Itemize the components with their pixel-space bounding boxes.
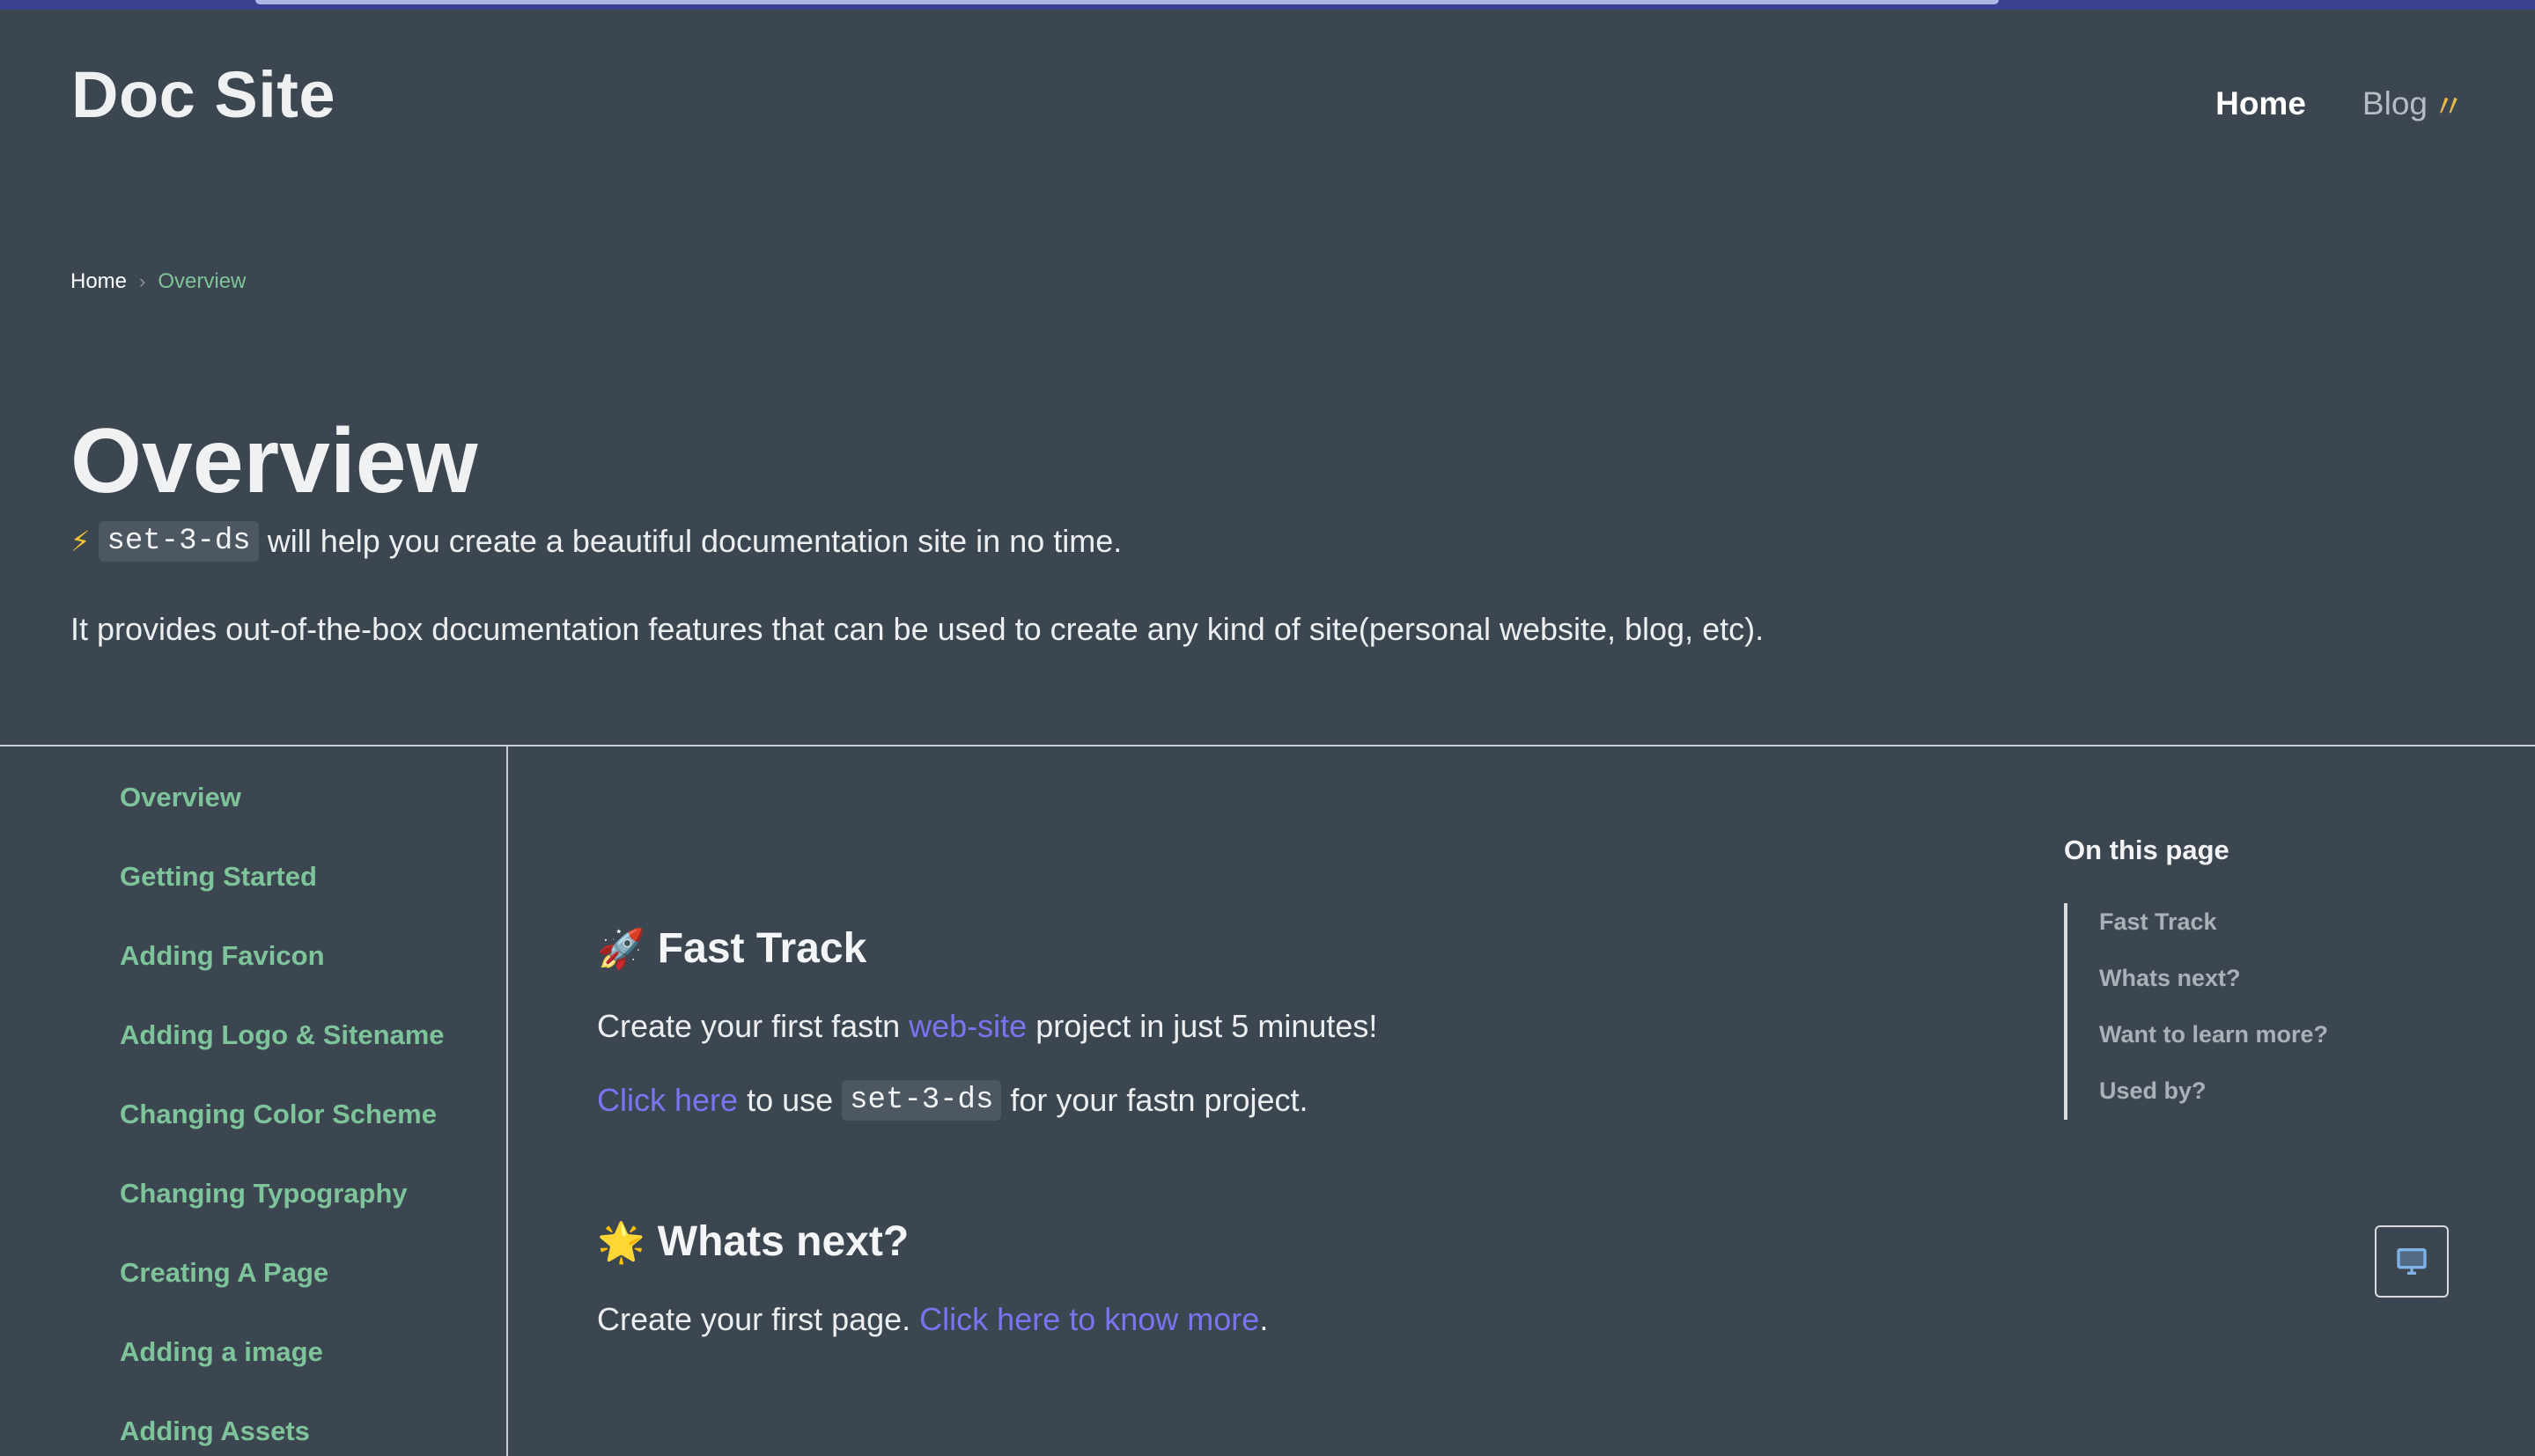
star-icon: 🌟 [597, 1220, 645, 1264]
sidebar-item-typography[interactable]: Changing Typography [120, 1178, 408, 1209]
fast-track-paragraph-2: Click here to use set-3-ds for your fast… [597, 1080, 1918, 1121]
lightning-icon: ⚡ [70, 526, 91, 557]
toc-title: On this page [2064, 835, 2229, 865]
nav-home-link[interactable]: Home [2215, 85, 2306, 122]
intro-code: set-3-ds [99, 521, 259, 562]
inline-code: set-3-ds [842, 1080, 1002, 1121]
click-here-link[interactable]: Click here [597, 1082, 738, 1119]
text: Create your first fastn [597, 1008, 901, 1044]
intro-paragraph-2: It provides out-of-the-box documentation… [70, 611, 1765, 647]
web-site-link[interactable]: web-site [909, 1008, 1027, 1045]
top-progress-bar [0, 0, 2535, 10]
rocket-icon: 🚀 [597, 927, 645, 971]
nav-blog-link[interactable]: Blog 〃 [2362, 81, 2465, 127]
construction-icon: 〃 [2432, 88, 2465, 124]
intro-text: will help you create a beautiful documen… [267, 523, 1123, 559]
page-title: Overview [70, 410, 478, 512]
section-heading-whats-next: 🌟 Whats next? [597, 1217, 1918, 1266]
toc-item-fast-track[interactable]: Fast Track [2099, 908, 2328, 965]
toc-list: Fast Track Whats next? Want to learn mor… [2064, 903, 2328, 1120]
intro-paragraph: ⚡ set-3-ds will help you create a beauti… [70, 521, 1122, 562]
text: for your fastn project. [1010, 1082, 1308, 1118]
breadcrumb: Home › Overview [70, 269, 246, 294]
top-nav: Home Blog 〃 [2215, 81, 2465, 127]
section-heading-fast-track: 🚀 Fast Track [597, 924, 1918, 973]
device-preview-button[interactable] [2375, 1225, 2449, 1298]
desktop-icon [2397, 1248, 2427, 1275]
chevron-right-icon: › [139, 270, 146, 292]
main-content: 🚀 Fast Track Create your first fastn web… [597, 924, 1918, 1373]
sidebar-item-adding-logo[interactable]: Adding Logo & Sitename [120, 1019, 445, 1050]
sidebar-item-overview[interactable]: Overview [120, 782, 241, 813]
breadcrumb-home[interactable]: Home [70, 269, 127, 294]
breadcrumb-current: Overview [158, 269, 247, 293]
text: Create your first page. [597, 1301, 911, 1337]
sidebar: Overview Getting Started Adding Favicon … [0, 746, 508, 1456]
toc-item-whats-next[interactable]: Whats next? [2099, 965, 2328, 1021]
fast-track-paragraph-1: Create your first fastn web-site project… [597, 1008, 1918, 1045]
top-highlight [255, 0, 1999, 4]
section-whats-next: 🌟 Whats next? Create your first page. Cl… [597, 1217, 1918, 1338]
section-title: Whats next? [657, 1218, 910, 1265]
table-of-contents: On this page Fast Track Whats next? Want… [2064, 835, 2328, 1120]
know-more-link[interactable]: Click here to know more [919, 1301, 1259, 1338]
sidebar-item-adding-assets[interactable]: Adding Assets [120, 1416, 310, 1446]
toc-item-used-by[interactable]: Used by? [2099, 1077, 2328, 1111]
section-title: Fast Track [657, 925, 867, 972]
toc-item-learn-more[interactable]: Want to learn more? [2099, 1021, 2328, 1077]
nav-blog-label: Blog [2362, 85, 2428, 121]
whats-next-paragraph: Create your first page. Click here to kn… [597, 1301, 1918, 1338]
text: . [1259, 1301, 1269, 1337]
sidebar-item-adding-image[interactable]: Adding a image [120, 1336, 323, 1367]
text: to use [747, 1082, 834, 1118]
sidebar-item-color-scheme[interactable]: Changing Color Scheme [120, 1099, 437, 1129]
sidebar-item-getting-started[interactable]: Getting Started [120, 861, 317, 892]
site-title[interactable]: Doc Site [71, 57, 335, 132]
text: project in just 5 minutes! [1035, 1008, 1378, 1044]
sidebar-item-adding-favicon[interactable]: Adding Favicon [120, 940, 325, 971]
sidebar-item-creating-page[interactable]: Creating A Page [120, 1257, 328, 1288]
